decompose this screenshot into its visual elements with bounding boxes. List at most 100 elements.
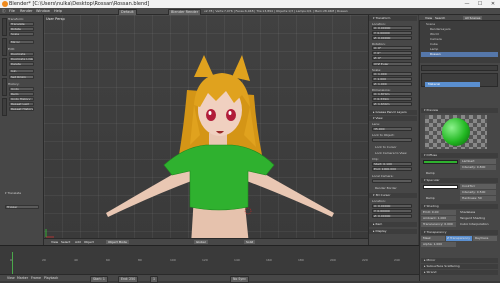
mode-selector[interactable]: Object Mode xyxy=(106,240,129,244)
sync-combo[interactable]: No Sync xyxy=(230,276,250,283)
display-panel-header[interactable]: ▸ Display xyxy=(369,229,417,234)
duplicate-button[interactable]: Duplicate xyxy=(9,52,34,56)
raytrace-button[interactable]: Raytrace xyxy=(473,236,497,241)
duplicate-linked-button[interactable]: Duplicate Linked xyxy=(9,57,34,61)
menu-render[interactable]: Render xyxy=(20,9,32,14)
menu-help[interactable]: Help xyxy=(54,9,62,14)
location-z-field[interactable]: Z: 0.00000 xyxy=(372,36,412,40)
current-frame-field[interactable]: 1 xyxy=(150,276,159,283)
pivot-combo[interactable]: Global xyxy=(194,240,208,244)
set-origin-button[interactable]: Set Origin xyxy=(9,75,34,79)
cursor-y-field[interactable]: Y: 0.00000 xyxy=(372,209,412,213)
minimize-button[interactable]: — xyxy=(462,1,472,7)
scale-y-field[interactable]: Y: 1.000 xyxy=(372,77,412,81)
viewport-menu-add[interactable]: Add xyxy=(75,240,81,244)
3d-cursor-header[interactable]: ▾ 3D Cursor xyxy=(369,193,417,198)
scale-x-field[interactable]: X: 1.000 xyxy=(372,72,412,76)
alpha-field[interactable]: Alpha: 1.000 xyxy=(421,242,456,247)
shading-header[interactable]: ▾ Shading xyxy=(421,204,498,209)
tab-create[interactable] xyxy=(2,38,7,56)
cubic-interpolation-checkbox[interactable]: Cubic Interpolation xyxy=(460,222,496,227)
timeline-menu-playback[interactable]: Playback xyxy=(44,276,58,281)
tab-relations[interactable] xyxy=(2,58,7,76)
hardness-field[interactable]: Hardness: 50 xyxy=(460,196,496,201)
dimensions-z-field[interactable]: Z: 1.634m xyxy=(372,102,412,106)
dimensions-x-field[interactable]: X: 1.874m xyxy=(372,92,412,96)
emit-field[interactable]: Emit: 0.00 xyxy=(421,210,456,215)
diffuse-header[interactable]: ▾ Diffuse xyxy=(421,153,498,158)
cursor-x-field[interactable]: X: 0.00000 xyxy=(372,204,412,208)
outliner-row-rossan[interactable]: Rossan xyxy=(421,52,498,57)
rotation-mode-combo[interactable]: XYZ Euler xyxy=(372,62,412,66)
tangent-shading-checkbox[interactable]: Tangent Shading xyxy=(460,216,496,221)
diffuse-ramp-checkbox[interactable]: Ramp xyxy=(421,171,498,176)
clip-start-field[interactable]: Start: 0.100 xyxy=(372,162,412,166)
rotation-x-field[interactable]: X: 0° xyxy=(372,46,412,50)
local-camera-field[interactable] xyxy=(372,179,412,183)
end-frame-field[interactable]: End: 250 xyxy=(118,276,139,283)
view-panel-header[interactable]: ▾ View xyxy=(369,116,417,121)
preview-header[interactable]: ▾ Preview xyxy=(421,108,498,113)
material-name-field[interactable]: Material xyxy=(425,82,480,87)
clip-end-field[interactable]: End: 1000.000 xyxy=(372,167,412,171)
current-frame-marker[interactable] xyxy=(12,252,13,274)
viewport-menu-select[interactable]: Select xyxy=(61,240,70,244)
tab-animation[interactable] xyxy=(2,78,7,96)
rotation-z-field[interactable]: Z: 0° xyxy=(372,56,412,60)
delete-button[interactable]: Delete xyxy=(9,62,34,66)
redo-button[interactable]: Redo xyxy=(9,92,34,96)
strand-header[interactable]: ▸ Strand xyxy=(421,270,498,275)
specular-header[interactable]: ▾ Specular xyxy=(421,178,498,183)
menu-file[interactable]: File xyxy=(9,9,15,14)
operator-panel-label[interactable]: ▾ Translate xyxy=(5,191,21,195)
mirror-header[interactable]: ▸ Mirror xyxy=(421,258,498,263)
specular-intensity-field[interactable]: Intensity: 0.500 xyxy=(460,190,496,195)
3d-viewport[interactable]: User Persp (1) Rossan xyxy=(44,15,368,245)
mirror-button[interactable]: Mirror xyxy=(9,40,34,44)
timeline-menu-frame[interactable]: Frame xyxy=(31,276,41,281)
tab-physics[interactable] xyxy=(2,98,7,116)
lock-camera-checkbox[interactable]: Lock Camera to View xyxy=(375,151,407,155)
outliner-display-combo[interactable]: All Scenes xyxy=(463,16,483,20)
rotation-y-field[interactable]: Y: 0° xyxy=(372,51,412,55)
info-editor-icon[interactable]: ⓘ xyxy=(2,9,6,14)
shading-combo[interactable]: Solid xyxy=(244,240,256,244)
location-y-field[interactable]: Y: 0.00000 xyxy=(372,31,412,35)
diffuse-color-swatch[interactable] xyxy=(423,160,458,164)
transparency-header[interactable]: ▾ Transparency xyxy=(421,230,498,235)
close-button[interactable]: ✕ xyxy=(488,1,498,7)
timeline-menu-view[interactable]: View xyxy=(7,276,15,281)
viewport-menu-object[interactable]: Object xyxy=(84,240,94,244)
lock-object-field[interactable] xyxy=(372,138,412,142)
location-x-field[interactable]: X: 0.00000 xyxy=(372,26,412,30)
join-button[interactable]: Join xyxy=(9,69,34,73)
tab-tools[interactable] xyxy=(2,18,7,36)
subsurface-header[interactable]: ▸ Subsurface Scattering xyxy=(421,264,498,269)
render-border-checkbox[interactable]: Render Border xyxy=(375,186,397,190)
outliner-view-menu[interactable]: View xyxy=(425,16,432,20)
cursor-z-field[interactable]: Z: 0.00000 xyxy=(372,214,412,218)
translate-button[interactable]: Translate xyxy=(9,22,34,26)
repeat-last-button[interactable]: Repeat Last xyxy=(9,102,34,106)
transform-panel-header[interactable]: ▾ Transform xyxy=(369,16,417,21)
translucency-field[interactable]: Translucency: 0.000 xyxy=(421,222,456,227)
undo-history-button[interactable]: Undo History xyxy=(9,97,34,101)
specular-shader-combo[interactable]: CookTorr xyxy=(460,184,496,189)
diffuse-shader-combo[interactable]: Lambert xyxy=(460,159,496,164)
mask-button[interactable]: Mask xyxy=(421,236,445,241)
start-frame-field[interactable]: Start: 1 xyxy=(90,276,108,283)
rotate-button[interactable]: Rotate xyxy=(9,27,34,31)
diffuse-intensity-field[interactable]: Intensity: 0.800 xyxy=(460,165,496,170)
shadeless-checkbox[interactable]: Shadeless xyxy=(460,210,496,215)
grease-pencil-header[interactable]: ▸ Grease Pencil Layers xyxy=(369,110,417,115)
viewport-menu-view[interactable]: View xyxy=(51,240,58,244)
maximize-button[interactable]: ☐ xyxy=(475,1,485,7)
menu-window[interactable]: Window xyxy=(36,9,50,14)
scale-z-field[interactable]: Z: 1.000 xyxy=(372,82,412,86)
undo-button[interactable]: Undo xyxy=(9,87,34,91)
lock-cursor-checkbox[interactable]: Lock to Cursor xyxy=(375,145,397,149)
item-panel-header[interactable]: ▸ Item xyxy=(369,222,417,227)
character-model[interactable] xyxy=(44,15,368,245)
specular-color-swatch[interactable] xyxy=(423,185,458,189)
ambient-field[interactable]: Ambient: 1.000 xyxy=(421,216,456,221)
